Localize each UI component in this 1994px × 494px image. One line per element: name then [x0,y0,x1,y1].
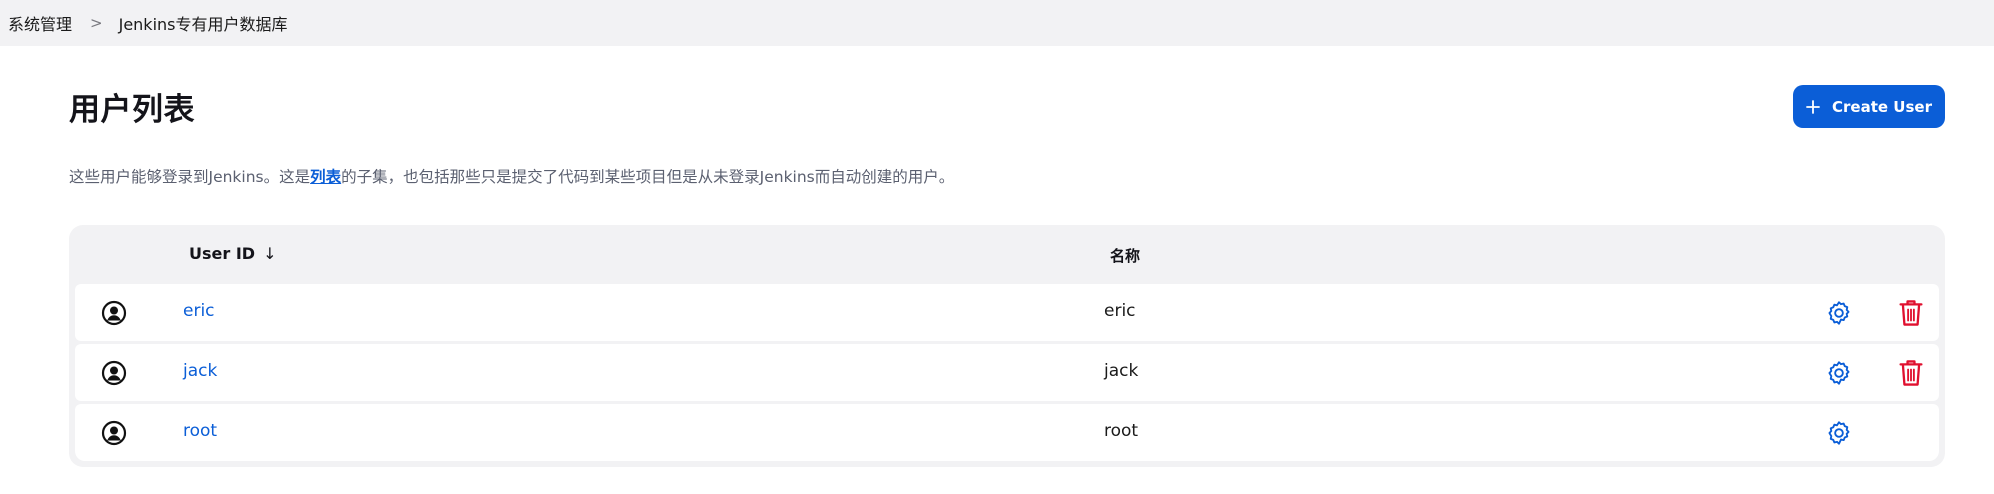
description-text-after: 的子集，也包括那些只是提交了代码到某些项目但是从未登录Jenkins而自动创建的… [341,168,955,186]
user-avatar-icon [101,300,127,326]
trash-icon[interactable] [1898,298,1924,328]
table-row: jack jack [75,344,1939,401]
breadcrumb-item-user-database[interactable]: Jenkins专有用户数据库 [119,11,288,35]
users-table: User ID ↓ 名称 eric eric jack jack root ro… [69,225,1945,467]
user-avatar-icon [101,420,127,446]
plus-icon [1806,99,1820,114]
user-name: root [1104,421,1139,441]
breadcrumb-separator: > [90,14,103,32]
create-user-button[interactable]: Create User [1793,85,1945,128]
page-description: 这些用户能够登录到Jenkins。这是列表的子集，也包括那些只是提交了代码到某些… [69,165,954,187]
trash-icon[interactable] [1898,358,1924,388]
breadcrumb: 系统管理 > Jenkins专有用户数据库 [0,0,1994,46]
column-header-user-id[interactable]: User ID ↓ [189,244,276,263]
gear-icon[interactable] [1825,359,1853,387]
column-header-name[interactable]: 名称 [1110,245,1140,266]
description-list-link[interactable]: 列表 [310,168,341,186]
page-title: 用户列表 [69,92,195,128]
description-text-before: 这些用户能够登录到Jenkins。这是 [69,168,311,186]
user-id-link[interactable]: root [183,421,217,441]
gear-icon[interactable] [1825,419,1853,447]
user-name: eric [1104,301,1136,321]
table-row: root root [75,404,1939,461]
gear-icon[interactable] [1825,299,1853,327]
user-name: jack [1104,361,1139,381]
user-id-link[interactable]: jack [183,361,217,381]
table-header: User ID ↓ 名称 [75,225,1939,284]
table-row: eric eric [75,284,1939,341]
create-user-label: Create User [1832,97,1932,116]
column-header-user-id-label: User ID [189,244,256,263]
breadcrumb-item-system-admin[interactable]: 系统管理 [8,11,72,35]
user-id-link[interactable]: eric [183,301,215,321]
user-avatar-icon [101,360,127,386]
sort-arrow-icon: ↓ [263,244,277,263]
